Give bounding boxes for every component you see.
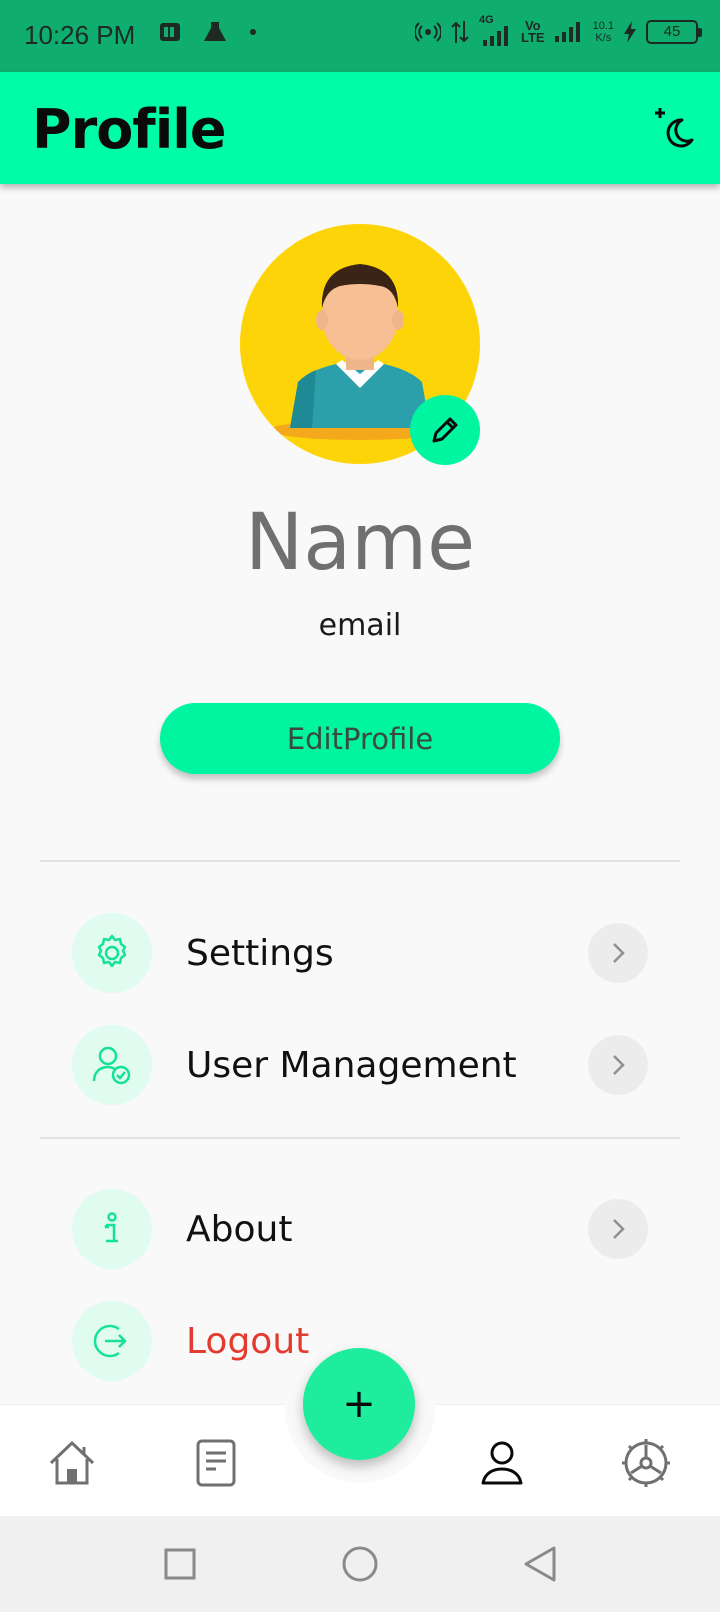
signal-bars-icon <box>482 26 508 46</box>
chevron-right-icon <box>613 1055 625 1075</box>
flask-icon <box>204 22 226 41</box>
edit-profile-button[interactable]: EditProfile <box>160 703 560 774</box>
info-icon <box>104 1212 118 1243</box>
charging-icon <box>624 21 636 43</box>
page-title: Profile <box>32 98 226 161</box>
status-right-icons: 4G Vo LTE 10.1 K/s 45 <box>414 14 702 46</box>
menu-item-about[interactable]: About <box>72 1189 648 1269</box>
chevron-right-icon <box>613 943 625 963</box>
theme-toggle-button[interactable] <box>652 106 698 152</box>
circle-icon <box>342 1546 378 1582</box>
app-bar: Profile <box>0 72 720 184</box>
divider <box>40 860 680 862</box>
hotspot-icon <box>414 22 441 42</box>
home-button[interactable] <box>340 1544 380 1584</box>
square-icon <box>164 1548 196 1580</box>
chevron-button[interactable] <box>588 923 648 983</box>
volte-label: Vo LTE <box>520 18 545 45</box>
moon-sparkle-icon <box>655 108 694 148</box>
signal-4g: 4G <box>479 14 511 46</box>
data-arrows-icon <box>451 21 469 43</box>
net-speed: 10.1 K/s <box>592 20 614 44</box>
chevron-button[interactable] <box>588 1199 648 1259</box>
settings-wheel-icon <box>622 1439 670 1487</box>
gear-icon <box>97 934 127 968</box>
dot-icon <box>250 29 256 35</box>
menu-label-about: About <box>186 1208 293 1250</box>
person-icon <box>481 1441 523 1485</box>
nav-documents[interactable] <box>188 1435 244 1491</box>
menu-label-user-management: User Management <box>186 1044 517 1086</box>
menu-item-user-management[interactable]: User Management <box>72 1025 648 1105</box>
settings-icon-circle <box>72 913 152 993</box>
back-button[interactable] <box>520 1544 560 1584</box>
status-time: 10:26 PM <box>24 20 136 50</box>
logout-icon <box>93 1324 127 1358</box>
menu-label-settings: Settings <box>186 932 334 974</box>
chevron-right-icon <box>613 1219 625 1239</box>
document-icon <box>196 1439 236 1487</box>
status-bar: 10:26 PM 4G Vo LTE 10.1 K/s 45 <box>0 0 720 72</box>
user-management-icon-circle <box>72 1025 152 1105</box>
battery-icon: 45 <box>646 20 702 44</box>
chevron-button[interactable] <box>588 1035 648 1095</box>
divider <box>40 1137 680 1139</box>
triangle-back-icon <box>524 1546 556 1582</box>
about-icon-circle <box>72 1189 152 1269</box>
profile-email: email <box>318 608 402 643</box>
add-fab-button[interactable]: + <box>303 1348 415 1460</box>
home-icon <box>49 1440 95 1485</box>
menu-label-logout: Logout <box>186 1320 310 1362</box>
signal-bars-2-icon <box>554 22 580 42</box>
user-check-icon <box>92 1046 131 1085</box>
pencil-icon <box>432 417 458 443</box>
logout-icon-circle <box>72 1301 152 1381</box>
edit-avatar-button[interactable] <box>410 395 480 465</box>
system-navigation-bar <box>0 1516 720 1612</box>
nav-profile[interactable] <box>474 1435 530 1491</box>
recents-button[interactable] <box>160 1544 200 1584</box>
profile-name: Name <box>244 498 476 588</box>
app-notification-icon <box>160 23 180 41</box>
nav-home[interactable] <box>44 1435 100 1491</box>
status-left-icons <box>158 20 258 44</box>
menu-item-settings[interactable]: Settings <box>72 913 648 993</box>
nav-settings[interactable] <box>618 1435 674 1491</box>
